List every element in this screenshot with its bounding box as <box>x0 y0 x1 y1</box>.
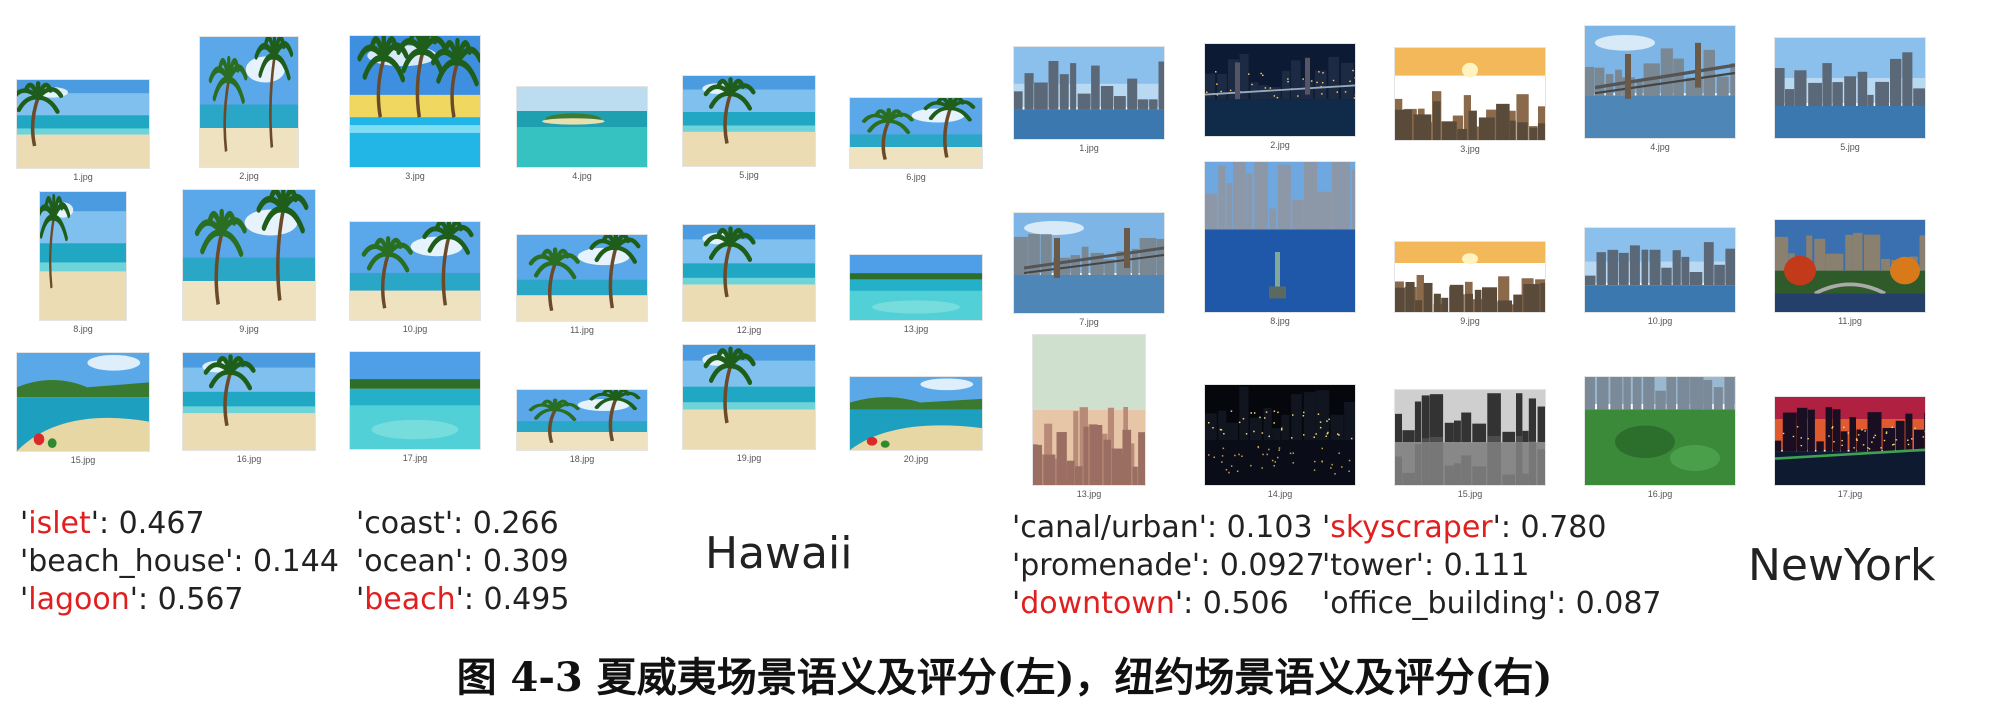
hawaii-filename-label: 12.jpg <box>736 325 762 335</box>
newyork-thumbnail-16 <box>1585 377 1735 485</box>
newyork-thumbnail-9 <box>1395 242 1545 312</box>
hawaii-filename-label: 17.jpg <box>402 453 428 463</box>
hawaii-thumbnail-6 <box>850 98 982 168</box>
semantic-score-line: 'coast': 0.266 <box>356 506 559 541</box>
hawaii-thumbnail-1 <box>17 80 149 168</box>
newyork-thumbnail-11 <box>1775 220 1925 312</box>
newyork-semantics-right: 'skyscraper': 0.780'tower': 0.111'office… <box>1322 509 1662 623</box>
newyork-filename-label: 14.jpg <box>1267 489 1293 499</box>
semantic-score-line: 'tower': 0.111 <box>1322 548 1530 583</box>
hawaii-thumbnail-5 <box>683 76 815 166</box>
semantic-term: skyscraper <box>1330 510 1493 545</box>
newyork-filename-label: 10.jpg <box>1647 316 1673 326</box>
newyork-filename-label: 17.jpg <box>1837 489 1863 499</box>
semantic-term: beach_house <box>28 544 226 579</box>
hawaii-thumbnail-12 <box>683 225 815 321</box>
hawaii-thumbnail-9 <box>183 190 315 320</box>
hawaii-filename-label: 6.jpg <box>906 172 926 182</box>
hawaii-thumbnail-11 <box>517 235 647 321</box>
hawaii-filename-label: 18.jpg <box>569 454 595 464</box>
semantic-term: beach <box>364 582 456 617</box>
newyork-filename-label: 1.jpg <box>1079 143 1099 153</box>
newyork-filename-label: 13.jpg <box>1076 489 1102 499</box>
semantic-term: promenade <box>1020 548 1192 583</box>
hawaii-thumbnail-13 <box>850 255 982 320</box>
semantic-score-line: 'lagoon': 0.567 <box>20 582 244 617</box>
semantic-score-line: 'skyscraper': 0.780 <box>1322 510 1607 545</box>
hawaii-thumbnail-20 <box>850 377 982 450</box>
hawaii-thumbnail-3 <box>350 36 480 167</box>
semantic-score-line: 'promenade': 0.0927 <box>1012 548 1325 583</box>
hawaii-filename-label: 9.jpg <box>239 324 259 334</box>
hawaii-thumbnail-17 <box>350 352 480 449</box>
newyork-filename-label: 16.jpg <box>1647 489 1673 499</box>
hawaii-thumbnail-10 <box>350 222 480 320</box>
newyork-thumbnail-4 <box>1585 26 1735 138</box>
newyork-filename-label: 7.jpg <box>1079 317 1099 327</box>
hawaii-thumbnail-15 <box>17 353 149 451</box>
semantic-term: coast <box>364 506 445 541</box>
hawaii-filename-label: 4.jpg <box>572 171 592 181</box>
newyork-filename-label: 2.jpg <box>1270 140 1290 150</box>
hawaii-filename-label: 2.jpg <box>239 171 259 181</box>
newyork-thumbnail-5 <box>1775 38 1925 138</box>
semantic-score-line: 'beach_house': 0.144 <box>20 544 339 579</box>
hawaii-filename-label: 11.jpg <box>570 325 594 335</box>
hawaii-thumbnail-16 <box>183 353 315 450</box>
hawaii-filename-label: 16.jpg <box>236 454 262 464</box>
semantic-score-line: 'downtown': 0.506 <box>1012 586 1289 621</box>
newyork-thumbnail-3 <box>1395 48 1545 140</box>
newyork-semantics-left: 'canal/urban': 0.103'promenade': 0.0927 '… <box>1012 509 1325 623</box>
hawaii-label: Hawaii <box>705 528 853 579</box>
hawaii-filename-label: 15.jpg <box>70 455 96 465</box>
newyork-filename-label: 15.jpg <box>1457 489 1483 499</box>
newyork-label: NewYork <box>1748 540 1936 591</box>
hawaii-filename-label: 19.jpg <box>736 453 762 463</box>
newyork-filename-label: 5.jpg <box>1840 142 1860 152</box>
hawaii-thumbnail-8 <box>40 192 126 320</box>
newyork-thumbnail-14 <box>1205 385 1355 485</box>
newyork-thumbnail-1 <box>1014 47 1164 139</box>
semantic-term: office_building <box>1330 586 1548 621</box>
hawaii-thumbnail-18 <box>517 390 647 450</box>
semantic-term: downtown <box>1020 586 1175 621</box>
newyork-filename-label: 3.jpg <box>1460 144 1480 154</box>
hawaii-filename-label: 20.jpg <box>903 454 929 464</box>
hawaii-filename-label: 10.jpg <box>402 324 428 334</box>
newyork-thumbnail-10 <box>1585 228 1735 312</box>
newyork-filename-label: 4.jpg <box>1650 142 1670 152</box>
semantic-score-line: 'islet': 0.467 <box>20 506 205 541</box>
semantic-term: canal/urban <box>1020 510 1199 545</box>
hawaii-filename-label: 8.jpg <box>73 324 93 334</box>
hawaii-filename-label: 5.jpg <box>739 170 759 180</box>
semantic-term: lagoon <box>28 582 130 617</box>
hawaii-filename-label: 3.jpg <box>405 171 425 181</box>
semantic-term: islet <box>28 506 91 541</box>
semantic-term: ocean <box>364 544 455 579</box>
semantic-score-line: 'beach': 0.495 <box>356 582 570 617</box>
newyork-thumbnail-8 <box>1205 162 1355 312</box>
hawaii-thumbnail-19 <box>683 345 815 449</box>
hawaii-thumbnail-4 <box>517 87 647 167</box>
newyork-thumbnail-13 <box>1033 335 1145 485</box>
hawaii-filename-label: 1.jpg <box>73 172 93 182</box>
semantic-score-line: 'office_building': 0.087 <box>1322 586 1662 621</box>
semantic-score-line: 'canal/urban': 0.103 <box>1012 510 1313 545</box>
hawaii-semantics-right: 'coast': 0.266'ocean': 0.309'beach': 0.4… <box>356 505 569 619</box>
semantic-score-line: 'ocean': 0.309 <box>356 544 569 579</box>
figure-caption: 图 4-3 夏威夷场景语义及评分(左)，纽约场景语义及评分(右) <box>456 654 1553 701</box>
newyork-thumbnail-2 <box>1205 44 1355 136</box>
hawaii-filename-label: 13.jpg <box>903 324 929 334</box>
hawaii-thumbnail-2 <box>200 37 298 167</box>
newyork-thumbnail-7 <box>1014 213 1164 313</box>
newyork-thumbnail-15 <box>1395 390 1545 485</box>
newyork-filename-label: 8.jpg <box>1270 316 1290 326</box>
newyork-thumbnail-17 <box>1775 397 1925 485</box>
hawaii-semantics-left: 'islet': 0.467'beach_house': 0.144'lagoo… <box>20 505 339 619</box>
semantic-term: tower <box>1330 548 1416 583</box>
newyork-filename-label: 11.jpg <box>1838 316 1862 326</box>
newyork-filename-label: 9.jpg <box>1460 316 1480 326</box>
